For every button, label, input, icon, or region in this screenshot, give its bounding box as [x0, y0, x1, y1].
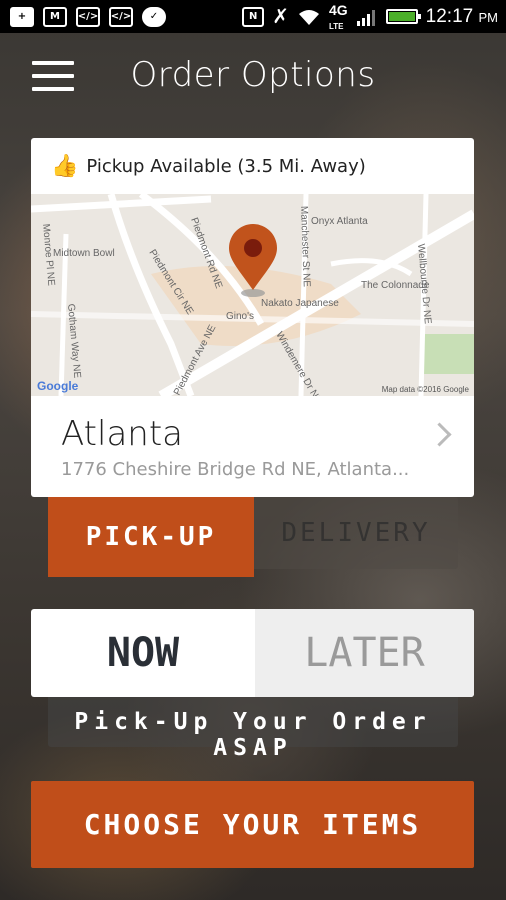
chevron-right-icon: [427, 422, 452, 447]
code-icon: </>: [76, 6, 100, 27]
availability-text: Pickup Available (3.5 Mi. Away): [86, 155, 366, 177]
store-selector[interactable]: Atlanta 1776 Cheshire Bridge Rd NE, Atla…: [31, 396, 474, 497]
pickup-button[interactable]: PICK-UP: [48, 497, 254, 577]
clock: 12:17 PM: [425, 5, 498, 27]
availability-row: 👍 Pickup Available (3.5 Mi. Away): [31, 138, 474, 194]
choose-items-button[interactable]: CHOOSE YOUR ITEMS: [31, 781, 474, 868]
location-card: 👍 Pickup Available (3.5 Mi. Away) Onyx A…: [31, 138, 474, 497]
later-button[interactable]: LATER: [255, 609, 474, 697]
page-title: Order Options: [130, 55, 376, 95]
map-place-label: Gino's: [226, 311, 254, 322]
status-bar: + M </> </> ✓ N ✗ 4G LTE 12:17 PM: [0, 0, 506, 33]
signal-icon: [356, 9, 375, 26]
map-place-label: Midtown Bowl: [53, 248, 115, 259]
google-logo: Google: [37, 379, 79, 393]
delivery-button[interactable]: DELIVERY: [254, 497, 458, 569]
mute-icon: ✗: [272, 5, 289, 28]
now-button[interactable]: NOW: [31, 609, 255, 697]
nfc-icon: N: [242, 6, 265, 27]
map-place-label: Nakato Japanese: [261, 298, 339, 309]
chat-icon: ✓: [142, 6, 166, 27]
store-map[interactable]: Onyx Atlanta Midtown Bowl The Colonnade …: [31, 191, 474, 406]
map-place-label: Onyx Atlanta: [311, 216, 368, 227]
app-header: Order Options: [0, 33, 506, 123]
store-address: 1776 Cheshire Bridge Rd NE, Atlanta...: [61, 459, 410, 480]
thumbs-up-icon: 👍: [51, 153, 79, 178]
plus-icon: +: [10, 6, 34, 27]
gmail-icon: M: [43, 6, 67, 27]
timing-toggle: NOW LATER: [31, 609, 474, 697]
battery-icon: [385, 9, 421, 24]
store-city: Atlanta: [61, 414, 183, 454]
timing-hint-bar: Pick-Up Your Order ASAP: [48, 697, 458, 761]
network-type: 4G LTE: [328, 1, 348, 31]
wifi-icon: [298, 9, 319, 25]
map-attribution: Map data ©2016 Google: [382, 385, 470, 394]
code-icon: </>: [109, 6, 133, 27]
timing-hint: Pick-Up Your Order ASAP: [74, 709, 432, 761]
